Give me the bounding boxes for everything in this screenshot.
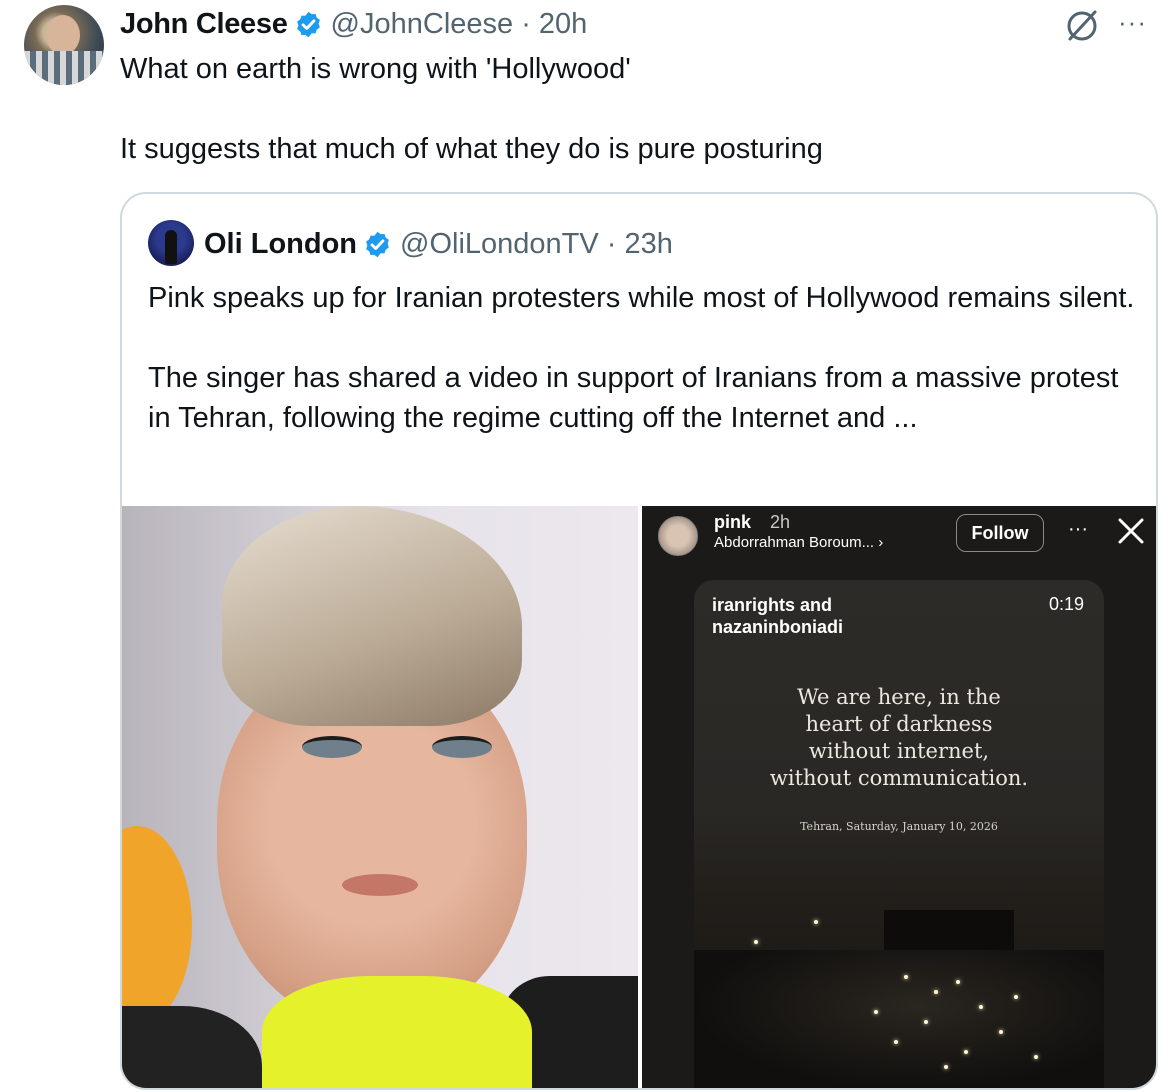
tweet-text-line: It suggests that much of what they do is…	[120, 133, 823, 165]
night-protest-scene	[694, 880, 1104, 1088]
phone-light	[894, 1040, 898, 1044]
portrait-lips	[342, 874, 418, 896]
reel-duration: 0:19	[1048, 594, 1084, 614]
grok-icon[interactable]	[1063, 6, 1101, 44]
quoted-author-avatar[interactable]	[148, 220, 194, 266]
tweet-header: John Cleese @JohnCleese · 20h	[120, 6, 587, 42]
reel-quote-line: without communication.	[769, 766, 1029, 790]
portrait-hair	[222, 506, 522, 726]
phone-light	[934, 990, 938, 994]
reel-username: iranrights and nazaninboniadi	[712, 595, 844, 637]
reel-quote-line: heart of darkness	[805, 712, 993, 736]
story-username-row: pink 2h	[714, 512, 790, 533]
verified-badge-icon	[366, 231, 389, 257]
crowd-area	[694, 950, 1104, 1088]
reel-caption: Tehran, Saturday, January 10, 2026	[800, 820, 998, 833]
quoted-text-paragraph: Pink speaks up for Iranian protesters wh…	[148, 282, 1135, 314]
phone-light	[979, 1005, 983, 1009]
story-follow-button: Follow	[956, 514, 1044, 552]
author-name[interactable]: John Cleese	[120, 8, 288, 41]
photo-story-screenshot[interactable]: pink 2h Abdorrahman Boroum... › Follow ·…	[642, 506, 1156, 1088]
avatar-face	[46, 15, 80, 55]
story-reel: iranrights and nazaninboniadi 0:19 We ar…	[694, 580, 1104, 1088]
author-avatar[interactable]	[24, 5, 104, 85]
street-light	[754, 940, 758, 944]
story-time: 2h	[770, 512, 791, 532]
phone-light	[999, 1030, 1003, 1034]
story-more-icon: ···	[1068, 518, 1088, 540]
quoted-author-handle-time[interactable]: @OliLondonTV · 23h	[400, 228, 673, 261]
tweet-text: What on earth is wrong with 'Hollywood' …	[120, 49, 1120, 169]
reel-quote-line: without internet,	[808, 739, 990, 763]
story-avatar	[658, 516, 698, 556]
phone-light	[874, 1010, 878, 1014]
building-silhouette	[884, 910, 1014, 950]
media-grid: pink 2h Abdorrahman Boroum... › Follow ·…	[122, 506, 1156, 1088]
story-close-icon	[1118, 518, 1144, 544]
street-light	[814, 920, 818, 924]
phone-light	[964, 1050, 968, 1054]
portrait-eye	[432, 736, 492, 758]
reel-quote-line: We are here, in the	[797, 685, 1001, 709]
quoted-author-name[interactable]: Oli London	[204, 228, 357, 261]
story-username: pink	[714, 512, 752, 532]
portrait-eye	[302, 736, 362, 758]
jacket-left	[122, 1006, 262, 1088]
more-options-icon[interactable]: ···	[1118, 9, 1147, 35]
avatar-shirt	[24, 51, 104, 85]
phone-light	[904, 975, 908, 979]
phone-light	[1014, 995, 1018, 999]
avatar-figure	[165, 230, 177, 264]
reel-quote: We are here, in the heart of darkness wi…	[694, 684, 1104, 792]
tweet-text-line: What on earth is wrong with 'Hollywood'	[120, 53, 631, 85]
author-handle-time[interactable]: @JohnCleese · 20h	[331, 8, 588, 41]
photo-portrait[interactable]	[122, 506, 638, 1088]
quoted-text-paragraph: The singer has shared a video in support…	[148, 362, 1119, 434]
phone-light	[924, 1020, 928, 1024]
background-orange-shape	[122, 826, 192, 1026]
quoted-tweet[interactable]: Oli London @OliLondonTV · 23h Pink speak…	[120, 192, 1158, 1090]
quoted-tweet-text: Pink speaks up for Iranian protesters wh…	[148, 278, 1138, 438]
phone-light	[944, 1065, 948, 1069]
quoted-tweet-header: Oli London @OliLondonTV · 23h	[204, 224, 673, 264]
phone-light	[1034, 1055, 1038, 1059]
story-music: Abdorrahman Boroum... ›	[714, 534, 884, 551]
portrait-scarf	[262, 976, 532, 1088]
verified-badge-icon	[296, 11, 320, 37]
phone-light	[956, 980, 960, 984]
